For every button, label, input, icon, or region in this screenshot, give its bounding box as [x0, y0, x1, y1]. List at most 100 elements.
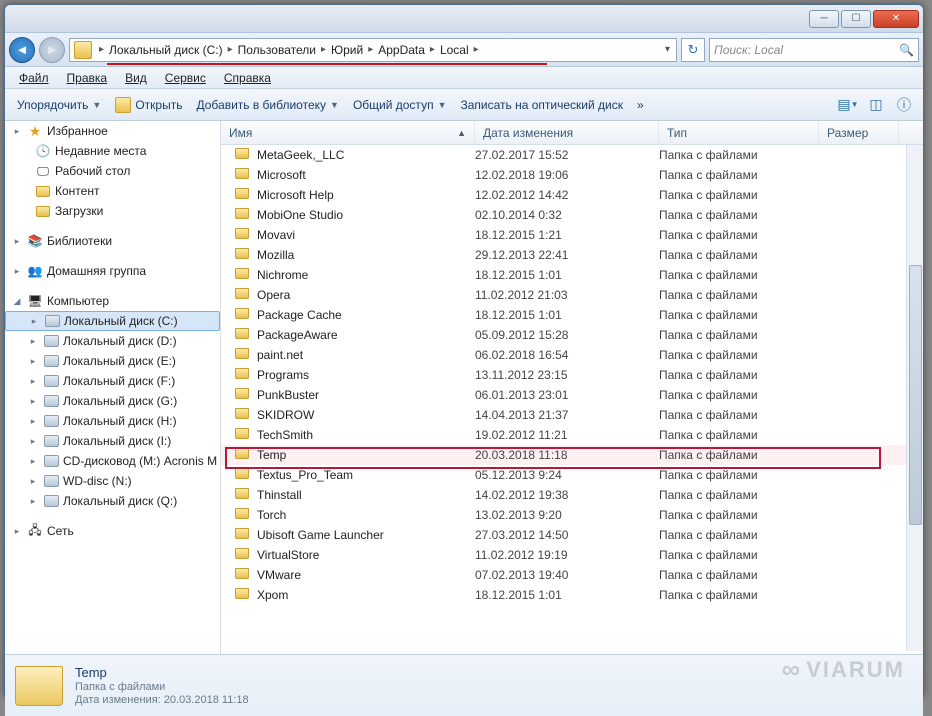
help-button[interactable]: ⓘ: [893, 94, 915, 116]
tree-drive[interactable]: ▸Локальный диск (D:): [5, 331, 220, 351]
close-button[interactable]: ✕: [873, 10, 919, 28]
col-date[interactable]: Дата изменения: [475, 121, 659, 144]
chevron-right-icon[interactable]: ▸: [96, 44, 107, 55]
search-icon[interactable]: 🔍: [899, 43, 914, 57]
file-row[interactable]: Textus_Pro_Team05.12.2013 9:24Папка с фа…: [221, 465, 923, 485]
file-row[interactable]: paint.net06.02.2018 16:54Папка с файлами: [221, 345, 923, 365]
file-row[interactable]: SKIDROW14.04.2013 21:37Папка с файлами: [221, 405, 923, 425]
tree-drive[interactable]: ▸Локальный диск (H:): [5, 411, 220, 431]
file-name: PunkBuster: [257, 388, 475, 402]
file-row[interactable]: Nichrome18.12.2015 1:01Папка с файлами: [221, 265, 923, 285]
file-row[interactable]: Temp20.03.2018 11:18Папка с файлами: [221, 445, 923, 465]
back-button[interactable]: ◄: [9, 37, 35, 63]
tree-libraries[interactable]: ▸📚Библиотеки: [5, 231, 220, 251]
col-type[interactable]: Тип: [659, 121, 819, 144]
open-button[interactable]: Открыть: [111, 95, 186, 115]
chevron-down-icon[interactable]: ▾: [659, 44, 676, 55]
folder-icon: [235, 448, 249, 459]
folder-icon: [235, 168, 249, 179]
forward-button[interactable]: ►: [39, 37, 65, 63]
menu-file[interactable]: Файл: [11, 69, 57, 87]
folder-open-icon: [115, 97, 131, 113]
file-row[interactable]: Xpom18.12.2015 1:01Папка с файлами: [221, 585, 923, 605]
file-row[interactable]: Torch13.02.2013 9:20Папка с файлами: [221, 505, 923, 525]
tree-desktop[interactable]: 🖵Рабочий стол: [5, 161, 220, 181]
share-button[interactable]: Общий доступ▼: [349, 96, 451, 114]
file-date: 06.01.2013 23:01: [475, 388, 659, 402]
menu-tools[interactable]: Сервис: [157, 69, 214, 87]
col-name[interactable]: Имя▲: [221, 121, 475, 144]
file-row[interactable]: Movavi18.12.2015 1:21Папка с файлами: [221, 225, 923, 245]
file-row[interactable]: TechSmith19.02.2012 11:21Папка с файлами: [221, 425, 923, 445]
tree-homegroup[interactable]: ▸👥Домашняя группа: [5, 261, 220, 281]
file-date: 13.11.2012 23:15: [475, 368, 659, 382]
tree-drive[interactable]: ▸Локальный диск (E:): [5, 351, 220, 371]
tree-drive[interactable]: ▸Локальный диск (C:): [5, 311, 220, 331]
tree-content[interactable]: Контент: [5, 181, 220, 201]
col-size[interactable]: Размер: [819, 121, 899, 144]
tree-drive[interactable]: ▸Локальный диск (I:): [5, 431, 220, 451]
scrollbar-thumb[interactable]: [909, 265, 922, 525]
minimize-button[interactable]: ─: [809, 10, 839, 28]
menu-edit[interactable]: Правка: [59, 69, 116, 87]
tree-drive[interactable]: ▸Локальный диск (G:): [5, 391, 220, 411]
tree-drive[interactable]: ▸Локальный диск (Q:): [5, 491, 220, 511]
add-to-library-button[interactable]: Добавить в библиотеку▼: [192, 96, 342, 114]
refresh-button[interactable]: ↻: [681, 38, 705, 62]
folder-icon: [15, 666, 63, 706]
vertical-scrollbar[interactable]: [906, 145, 923, 651]
file-row[interactable]: VMware07.02.2013 19:40Папка с файлами: [221, 565, 923, 585]
tree-recent[interactable]: 🕓Недавние места: [5, 141, 220, 161]
menu-help[interactable]: Справка: [216, 69, 279, 87]
file-type: Папка с файлами: [659, 368, 819, 382]
breadcrumb[interactable]: Локальный диск (C:): [107, 43, 225, 57]
menu-view[interactable]: Вид: [117, 69, 155, 87]
desktop-icon: 🖵: [35, 163, 51, 179]
tree-computer[interactable]: ◢🖥Компьютер: [5, 291, 220, 311]
breadcrumb[interactable]: Юрий: [329, 43, 365, 57]
file-row[interactable]: PunkBuster06.01.2013 23:01Папка с файлам…: [221, 385, 923, 405]
preview-pane-button[interactable]: ◫: [865, 94, 887, 116]
breadcrumb[interactable]: Пользователи: [236, 43, 318, 57]
breadcrumb[interactable]: Local: [438, 43, 471, 57]
breadcrumb[interactable]: AppData: [376, 43, 427, 57]
burn-button[interactable]: Записать на оптический диск: [456, 96, 627, 114]
chevron-right-icon[interactable]: ▸: [225, 44, 236, 55]
file-name: Movavi: [257, 228, 475, 242]
maximize-button[interactable]: ☐: [841, 10, 871, 28]
chevron-right-icon[interactable]: ▸: [318, 44, 329, 55]
titlebar[interactable]: ─ ☐ ✕: [5, 5, 923, 33]
file-row[interactable]: MetaGeek,_LLC27.02.2017 15:52Папка с фай…: [221, 145, 923, 165]
chevron-right-icon[interactable]: ▸: [471, 44, 482, 55]
more-commands-button[interactable]: »: [633, 96, 648, 114]
chevron-right-icon[interactable]: ▸: [365, 44, 376, 55]
file-row[interactable]: Thinstall14.02.2012 19:38Папка с файлами: [221, 485, 923, 505]
organize-button[interactable]: Упорядочить▼: [13, 96, 105, 114]
tree-drive[interactable]: ▸WD-disc (N:): [5, 471, 220, 491]
file-row[interactable]: Opera11.02.2012 21:03Папка с файлами: [221, 285, 923, 305]
folder-icon: [235, 488, 249, 499]
file-row[interactable]: Microsoft Help12.02.2012 14:42Папка с фа…: [221, 185, 923, 205]
tree-drive[interactable]: ▸Локальный диск (F:): [5, 371, 220, 391]
file-name: paint.net: [257, 348, 475, 362]
file-row[interactable]: Programs13.11.2012 23:15Папка с файлами: [221, 365, 923, 385]
file-row[interactable]: Mozilla29.12.2013 22:41Папка с файлами: [221, 245, 923, 265]
file-row[interactable]: VirtualStore11.02.2012 19:19Папка с файл…: [221, 545, 923, 565]
file-date: 27.03.2012 14:50: [475, 528, 659, 542]
file-row[interactable]: MobiOne Studio02.10.2014 0:32Папка с фай…: [221, 205, 923, 225]
address-bar[interactable]: ▸ Локальный диск (C:) ▸ Пользователи ▸ Ю…: [69, 38, 677, 62]
tree-network[interactable]: ▸🖧Сеть: [5, 521, 220, 541]
tree-drive[interactable]: ▸CD-дисковод (M:) Acronis M: [5, 451, 220, 471]
view-options-button[interactable]: ▤▼: [837, 94, 859, 116]
watermark: ∞VIARUM: [782, 654, 905, 685]
file-row[interactable]: PackageAware05.09.2012 15:28Папка с файл…: [221, 325, 923, 345]
file-name: Textus_Pro_Team: [257, 468, 475, 482]
file-row[interactable]: Ubisoft Game Launcher27.03.2012 14:50Пап…: [221, 525, 923, 545]
tree-downloads[interactable]: Загрузки: [5, 201, 220, 221]
tree-favorites[interactable]: ▸★Избранное: [5, 121, 220, 141]
search-input[interactable]: Поиск: Local 🔍: [709, 38, 919, 62]
file-row[interactable]: Microsoft12.02.2018 19:06Папка с файлами: [221, 165, 923, 185]
file-date: 12.02.2018 19:06: [475, 168, 659, 182]
chevron-right-icon[interactable]: ▸: [427, 44, 438, 55]
file-row[interactable]: Package Cache18.12.2015 1:01Папка с файл…: [221, 305, 923, 325]
